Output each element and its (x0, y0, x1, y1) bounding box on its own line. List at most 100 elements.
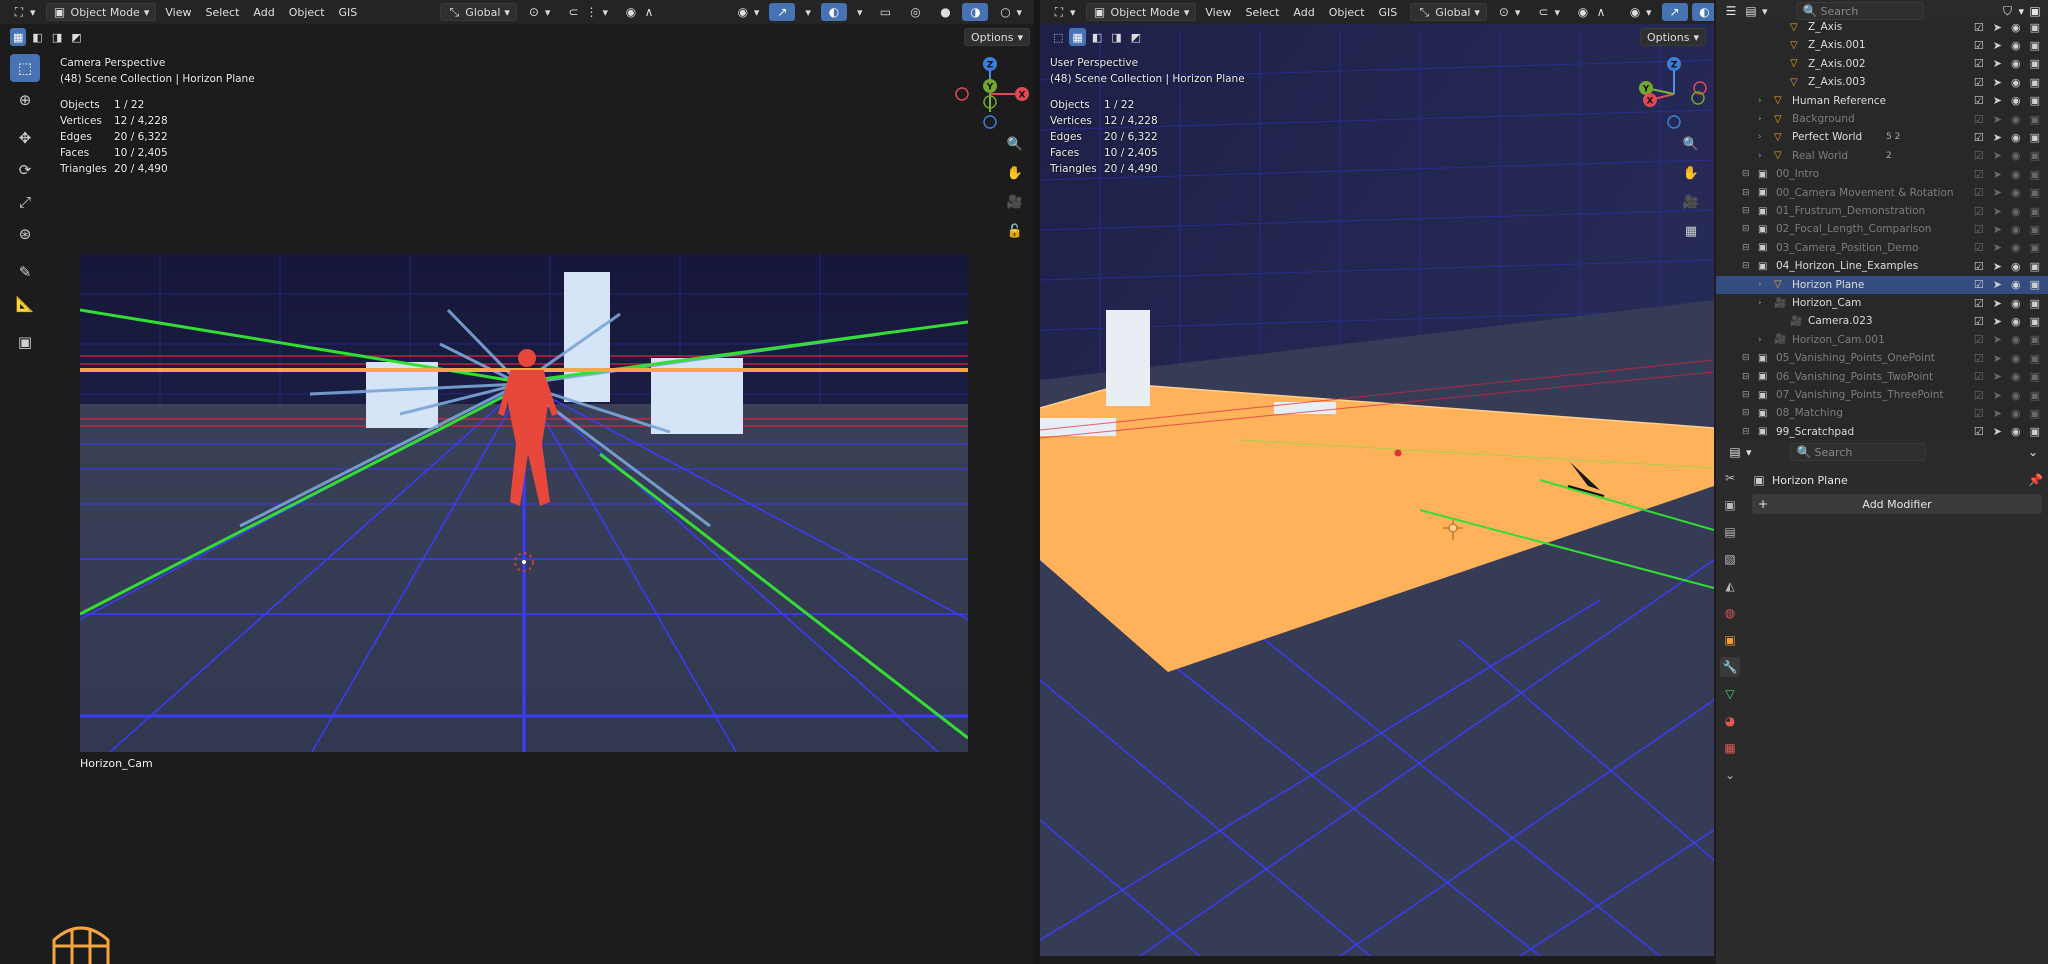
camera-render-icon[interactable]: ▣ (2030, 205, 2040, 218)
outliner-row[interactable]: › ▽ Real World 2 ☑ ➤ ◉ ▣ (1716, 147, 2048, 165)
menu-add[interactable]: Add (248, 6, 279, 19)
expand-arrow-icon[interactable]: › (1758, 151, 1762, 161)
checkbox-icon[interactable]: ☑ (1974, 149, 1984, 162)
visibility-dropdown[interactable]: ◉ ▾ (1622, 3, 1658, 21)
menu-add[interactable]: Add (1288, 6, 1319, 19)
camera-render-icon[interactable]: ▣ (2030, 76, 2040, 89)
select-arrow-icon[interactable]: ➤ (1993, 39, 2002, 52)
expand-arrow-icon[interactable]: › (1758, 298, 1762, 308)
eye-icon[interactable]: ◉ (2011, 205, 2021, 218)
outliner-row[interactable]: › 🎥 Horizon_Cam ☑ ➤ ◉ ▣ (1716, 294, 2048, 312)
camera-render-icon[interactable]: ▣ (2030, 333, 2040, 346)
checkbox-icon[interactable]: ☑ (1974, 21, 1984, 34)
checkbox-icon[interactable]: ☑ (1974, 370, 1984, 383)
outliner-row[interactable]: ▽ Z_Axis.001 ☑ ➤ ◉ ▣ (1716, 36, 2048, 54)
outliner-row[interactable]: ▽ Z_Axis.003 ☑ ➤ ◉ ▣ (1716, 73, 2048, 91)
outliner-row[interactable]: ⊟ ▣ 99_Scratchpad ☑ ➤ ◉ ▣ (1716, 423, 2048, 440)
view-layer-tab-icon[interactable]: ▧ (1720, 549, 1740, 569)
gizmo-neg-x[interactable] (955, 87, 969, 101)
eye-icon[interactable]: ◉ (2011, 149, 2021, 162)
camera-render-icon[interactable]: ▣ (2030, 260, 2040, 273)
checkbox-icon[interactable]: ☑ (1974, 352, 1984, 365)
outliner-row[interactable]: ⊟ ▣ 00_Intro ☑ ➤ ◉ ▣ (1716, 165, 2048, 183)
checkbox-icon[interactable]: ☑ (1974, 113, 1984, 126)
camera-render-icon[interactable]: ▣ (2030, 57, 2040, 70)
eye-icon[interactable]: ◉ (2011, 352, 2021, 365)
gizmo-toggle[interactable]: ↗ (1661, 3, 1688, 21)
xray-toggle[interactable]: ▭ (872, 3, 898, 21)
pin-icon[interactable]: 📌 (2028, 473, 2043, 487)
eye-icon[interactable]: ◉ (2011, 315, 2021, 328)
gizmo-toggle[interactable]: ↗ (769, 3, 796, 21)
eye-icon[interactable]: ◉ (2011, 260, 2021, 273)
eye-icon[interactable]: ◉ (2011, 131, 2021, 144)
outliner-row[interactable]: ⊟ ▣ 04_Horizon_Line_Examples ☑ ➤ ◉ ▣ (1716, 257, 2048, 275)
new-collection-icon[interactable]: ▣ (2028, 4, 2042, 18)
outliner-row[interactable]: ⊟ ▣ 01_Frustrum_Demonstration ☑ ➤ ◉ ▣ (1716, 202, 2048, 220)
menu-select[interactable]: Select (200, 6, 244, 19)
checkbox-icon[interactable]: ☑ (1974, 57, 1984, 70)
eye-icon[interactable]: ◉ (2011, 297, 2021, 310)
shading-material[interactable]: ◑ (962, 3, 989, 21)
options-dropdown[interactable]: Options ▾ (1640, 28, 1706, 46)
eye-icon[interactable]: ◉ (2011, 370, 2021, 383)
gizmo-dropdown[interactable]: ▾ (799, 3, 817, 21)
proportional-edit-button[interactable]: ◉ ∧ (618, 3, 662, 21)
eye-icon[interactable]: ◉ (2011, 425, 2021, 438)
select-arrow-icon[interactable]: ➤ (1993, 94, 2002, 107)
select-new-button[interactable]: ▦ (10, 28, 27, 46)
select-arrow-icon[interactable]: ➤ (1993, 389, 2002, 402)
transform-tool[interactable]: ⊛ (10, 220, 40, 248)
outliner-row[interactable]: ⊟ ▣ 05_Vanishing_Points_OnePoint ☑ ➤ ◉ ▣ (1716, 349, 2048, 367)
outliner-row[interactable]: ⊟ ▣ 00_Camera Movement & Rotation ☑ ➤ ◉ ▣ (1716, 184, 2048, 202)
snap-dropdown[interactable]: ⊂ ⋮ ▾ (560, 3, 614, 21)
outliner-row[interactable]: ⊟ ▣ 08_Matching ☑ ➤ ◉ ▣ (1716, 404, 2048, 422)
checkbox-icon[interactable]: ☑ (1974, 278, 1984, 291)
eye-icon[interactable]: ◉ (2011, 389, 2021, 402)
select-arrow-icon[interactable]: ➤ (1993, 333, 2002, 346)
camera-render-icon[interactable]: ▣ (2030, 186, 2040, 199)
add-modifier-button[interactable]: + Add Modifier (1752, 494, 2042, 514)
shading-solid[interactable]: ● (932, 3, 958, 21)
checkbox-icon[interactable]: ☑ (1974, 425, 1984, 438)
scale-tool[interactable]: ⤢ (10, 188, 40, 216)
camera-render-icon[interactable]: ▣ (2030, 241, 2040, 254)
camera-render-icon[interactable]: ▣ (2030, 223, 2040, 236)
select-box-tool[interactable]: ⬚ (10, 54, 40, 82)
shading-rendered[interactable]: ○ ▾ (992, 3, 1028, 21)
pan-hand-icon[interactable]: ✋ (1681, 163, 1701, 183)
menu-object[interactable]: Object (284, 6, 330, 19)
expand-arrow-icon[interactable]: ⊟ (1742, 372, 1750, 382)
eye-icon[interactable]: ◉ (2011, 186, 2021, 199)
world-tab-icon[interactable]: ◍ (1720, 603, 1740, 623)
eye-icon[interactable]: ◉ (2011, 39, 2021, 52)
checkbox-icon[interactable]: ☑ (1974, 39, 1984, 52)
select-arrow-icon[interactable]: ➤ (1993, 57, 2002, 70)
expand-arrow-icon[interactable]: ⊟ (1742, 427, 1750, 437)
select-invert-button[interactable]: ◩ (1128, 28, 1144, 46)
options-dropdown[interactable]: Options ▾ (964, 28, 1030, 46)
checkbox-icon[interactable]: ☑ (1974, 186, 1984, 199)
expand-arrow-icon[interactable]: › (1758, 335, 1762, 345)
camera-render-icon[interactable]: ▣ (2030, 297, 2040, 310)
rotate-tool[interactable]: ⟳ (10, 156, 40, 184)
eye-icon[interactable]: ◉ (2011, 278, 2021, 291)
select-arrow-icon[interactable]: ➤ (1993, 76, 2002, 89)
perspective-toggle-icon[interactable]: ▦ (1681, 221, 1701, 241)
expand-arrow-icon[interactable]: ⊟ (1742, 353, 1750, 363)
expand-arrow-icon[interactable]: › (1758, 96, 1762, 106)
menu-gis[interactable]: GIS (1374, 6, 1403, 19)
outliner-row[interactable]: › ▽ Background ☑ ➤ ◉ ▣ (1716, 110, 2048, 128)
checkbox-icon[interactable]: ☑ (1974, 333, 1984, 346)
right-viewport[interactable]: ⛶ ▾ ▣ Object Mode ▾ View Select Add Object… (1040, 0, 1714, 956)
expand-tabs-icon[interactable]: ⌄ (1720, 765, 1740, 785)
zoom-icon[interactable]: 🔍 (1681, 134, 1701, 154)
material-tab-icon[interactable]: ◕ (1720, 711, 1740, 731)
pivot-dropdown[interactable]: ⊙ ▾ (1491, 3, 1527, 21)
camera-render-icon[interactable]: ▣ (2030, 407, 2040, 420)
gizmo-neg-z[interactable] (1667, 115, 1681, 129)
properties-editor-type[interactable]: ▤ ▾ (1726, 443, 1754, 461)
add-cube-tool[interactable]: ▣ (10, 328, 40, 356)
outliner-row[interactable]: 🎥 Camera.023 ☑ ➤ ◉ ▣ (1716, 312, 2048, 330)
outliner-row[interactable]: ⊟ ▣ 02_Focal_Length_Comparison ☑ ➤ ◉ ▣ (1716, 220, 2048, 238)
